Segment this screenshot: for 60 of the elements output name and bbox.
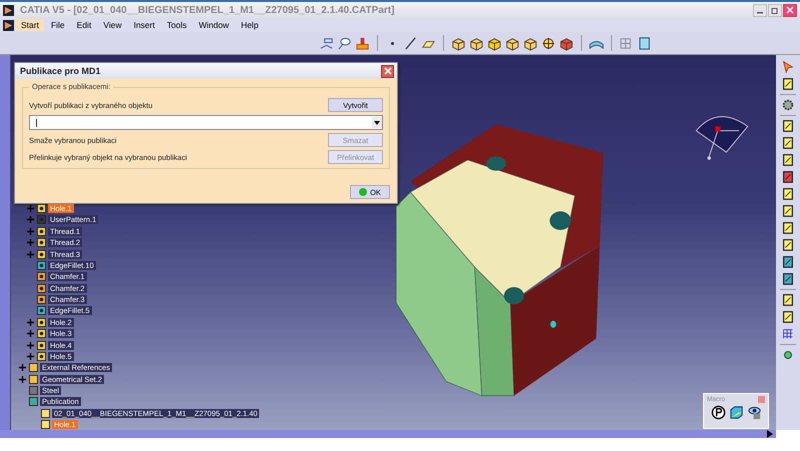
menu-item[interactable]: Insert — [128, 19, 160, 31]
gear-icon[interactable] — [781, 98, 795, 112]
fillet-node-icon — [37, 306, 46, 316]
chamfer-node-icon — [37, 272, 46, 282]
expand-icon[interactable] — [27, 342, 34, 349]
restore-button[interactable] — [768, 4, 782, 16]
line-icon[interactable] — [402, 36, 418, 50]
thread-node-icon — [37, 250, 46, 259]
eye-icon[interactable] — [746, 405, 762, 420]
expand-icon[interactable] — [27, 239, 34, 246]
menu-item[interactable]: File — [46, 19, 70, 31]
expand-icon[interactable] — [19, 376, 26, 383]
pattern-node-icon — [37, 215, 46, 224]
app-logo-icon — [3, 20, 14, 30]
app-logo-icon — [3, 4, 14, 16]
material-node-icon — [29, 386, 38, 396]
publication-node-icon — [29, 397, 38, 406]
close-icon — [384, 67, 392, 75]
doc-node-icon — [41, 420, 50, 430]
thread-node-icon — [37, 226, 46, 236]
set-node-icon — [29, 374, 38, 384]
close-icon — [786, 6, 794, 14]
hole-node-icon — [37, 318, 46, 327]
close-button[interactable] — [381, 64, 394, 78]
minimize-button[interactable] — [753, 4, 767, 16]
sketch-icon[interactable] — [781, 77, 795, 91]
expand-icon[interactable] — [19, 364, 26, 372]
menu-item[interactable]: Tools — [162, 19, 192, 31]
publication-dropdown[interactable] — [29, 115, 383, 130]
p-circle-icon[interactable] — [710, 405, 726, 420]
close-button[interactable] — [783, 4, 797, 16]
caret-icon — [374, 120, 380, 124]
menu-item[interactable]: Edit — [72, 19, 96, 31]
expand-icon[interactable] — [27, 352, 34, 360]
thread-node-icon — [37, 238, 46, 248]
fillet-node-icon — [37, 260, 46, 270]
expand-icon[interactable] — [27, 330, 34, 338]
hole-node-icon — [37, 204, 46, 214]
chamfer-node-icon — [37, 284, 46, 293]
cursor-icon[interactable] — [781, 60, 795, 74]
bubble-icon[interactable] — [336, 36, 352, 50]
grid-icon[interactable] — [781, 327, 795, 341]
menu-item[interactable]: View — [98, 19, 127, 31]
set-node-icon — [29, 363, 38, 372]
expand-icon[interactable] — [27, 318, 34, 326]
menu-item[interactable]: Window — [194, 19, 234, 31]
hole-node-icon — [37, 352, 46, 361]
hole-node-icon — [37, 340, 46, 350]
menu-item[interactable]: Start — [16, 19, 44, 31]
frame-icon[interactable] — [636, 36, 652, 50]
arrow-right-icon[interactable] — [767, 430, 773, 438]
status-dot-icon — [359, 188, 368, 196]
doc-node-icon — [41, 408, 50, 418]
chamfer-node-icon — [37, 295, 46, 304]
restore-icon — [771, 6, 779, 14]
menu-item[interactable]: Help — [236, 19, 264, 31]
dialog-title: Publikace pro MD1 — [20, 66, 101, 76]
window-title: CATIA V5 - [02_01_040__BIEGENSTEMPEL_1_M1__Z27095_01_2.1.40.CATPart] — [20, 4, 396, 16]
hole-node-icon — [37, 329, 46, 338]
expand-icon[interactable] — [27, 250, 34, 258]
